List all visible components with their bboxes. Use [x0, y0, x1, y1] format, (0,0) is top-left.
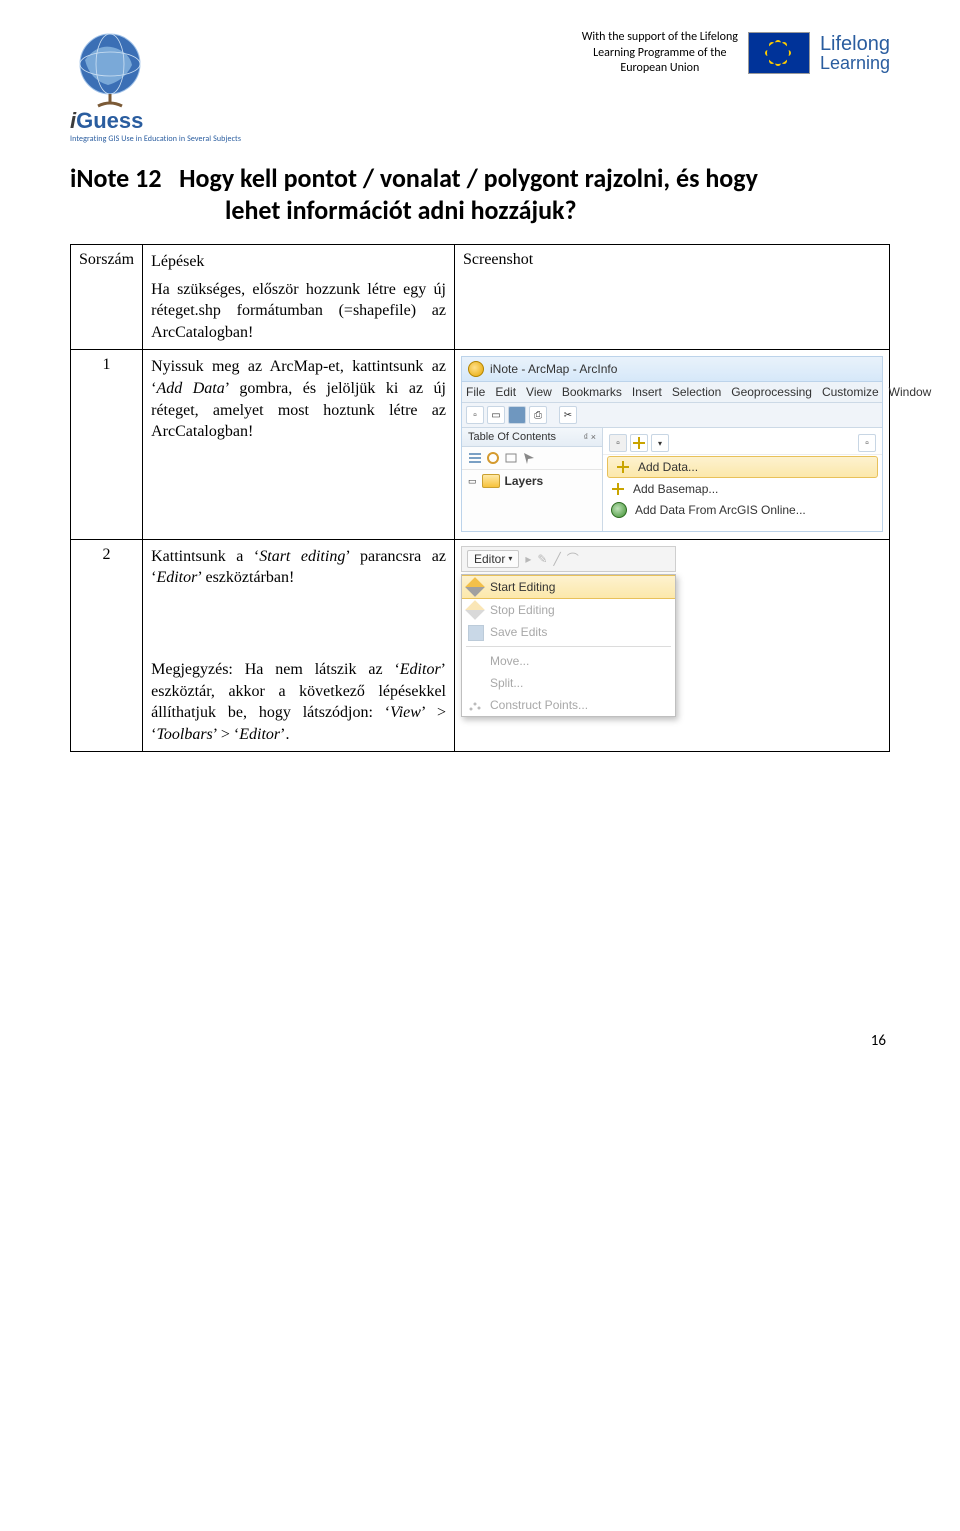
- brand-tagline: Integrating GIS Use in Education in Seve…: [70, 134, 245, 144]
- arcmap-screenshot: iNote - ArcMap - ArcInfo File Edit View …: [461, 356, 883, 532]
- menu-move: Move...: [462, 650, 675, 672]
- menu-add-data[interactable]: Add Data...: [607, 456, 878, 478]
- editor-tool-arc-icon: ⌒: [567, 550, 579, 567]
- menu-stop-editing: Stop Editing: [462, 599, 675, 621]
- add-data-dropdown: ▫ ▾ ▫ Add Data...: [603, 428, 882, 531]
- arcmap-menubar: File Edit View Bookmarks Insert Selectio…: [462, 382, 882, 403]
- layers-label[interactable]: Layers: [505, 474, 544, 488]
- toc-source-icon[interactable]: [486, 451, 500, 465]
- toc-list-icon[interactable]: [468, 451, 482, 465]
- toolbar-save-icon[interactable]: [508, 406, 526, 424]
- points-icon: [468, 698, 482, 712]
- plus-icon: [616, 460, 630, 474]
- editor-tool-edit-icon: ✎: [537, 552, 547, 566]
- menu-start-editing[interactable]: Start Editing: [462, 575, 675, 599]
- arcmap-title: iNote - ArcMap - ArcInfo: [490, 362, 617, 376]
- editor-tool-arrow-icon: ▸: [525, 552, 531, 566]
- menu-save-edits: Save Edits: [462, 621, 675, 643]
- pencil-icon: [465, 600, 485, 620]
- step-number: 2: [71, 539, 143, 752]
- iguess-logo: iGuess Integrating GIS Use in Education …: [70, 30, 245, 144]
- plus-icon: [611, 482, 625, 496]
- menu-edit[interactable]: Edit: [495, 385, 516, 399]
- editor-tool-line-icon: ╱: [553, 552, 560, 566]
- steps-table: Sorszám Lépések Ha szükséges, először ho…: [70, 244, 890, 752]
- brand-name: Guess: [76, 108, 143, 133]
- col-header-screenshot: Screenshot: [455, 245, 890, 350]
- step-1-text: Nyissuk meg az ArcMap-et, kattintsunk az…: [143, 350, 455, 539]
- menu-geoprocessing[interactable]: Geoprocessing: [731, 385, 812, 399]
- step-number: 1: [71, 350, 143, 539]
- toolbar-print-icon[interactable]: ⎙: [529, 406, 547, 424]
- toolbar-new-icon[interactable]: ▫: [466, 406, 484, 424]
- toc-pin-close[interactable]: ₫ ×: [584, 432, 596, 442]
- dd-dropdown-arrow-icon[interactable]: ▾: [651, 434, 669, 452]
- toolbar-cut-icon[interactable]: ✂: [559, 406, 577, 424]
- globe-icon: [70, 30, 160, 108]
- save-icon: [468, 625, 484, 641]
- menu-split: Split...: [462, 672, 675, 694]
- support-text: With the support of the Lifelong Learnin…: [582, 30, 738, 77]
- toc-selection-icon[interactable]: [522, 451, 536, 465]
- menu-construct-points: Construct Points...: [462, 694, 675, 716]
- col-header-number: Sorszám: [71, 245, 143, 350]
- arcmap-app-icon: [468, 361, 484, 377]
- col-header-steps: Lépések Ha szükséges, először hozzunk lé…: [143, 245, 455, 350]
- step-2-text: Kattintsunk a ‘Start editing’ parancsra …: [143, 539, 455, 752]
- page-title: iNote 12 Hogy kell pontot / vonalat / po…: [70, 162, 890, 226]
- page-number: 16: [70, 1032, 890, 1050]
- toc-title: Table Of Contents: [468, 431, 556, 443]
- toc-visibility-icon[interactable]: [504, 451, 518, 465]
- dd-add-data-button[interactable]: [630, 434, 648, 452]
- menu-view[interactable]: View: [526, 385, 552, 399]
- menu-add-basemap[interactable]: Add Basemap...: [603, 479, 882, 499]
- dd-tool-icon[interactable]: ▫: [609, 434, 627, 452]
- editor-screenshot: Editor▾ ▸ ✎ ╱ ⌒ Start Editing: [461, 546, 676, 717]
- eu-flag-icon: [748, 32, 810, 74]
- menu-file[interactable]: File: [466, 385, 485, 399]
- lifelong-learning-logo: Lifelong Learning: [820, 34, 890, 72]
- menu-selection[interactable]: Selection: [672, 385, 721, 399]
- menu-insert[interactable]: Insert: [632, 385, 662, 399]
- editor-dropdown-button[interactable]: Editor▾: [467, 550, 519, 568]
- dd-tool2-icon[interactable]: ▫: [858, 434, 876, 452]
- menu-window[interactable]: Window: [889, 385, 932, 399]
- toolbar-open-icon[interactable]: ▭: [487, 406, 505, 424]
- intro-text: Ha szükséges, először hozzunk létre egy …: [151, 279, 446, 344]
- globe-icon: [611, 502, 627, 518]
- menu-add-online[interactable]: Add Data From ArcGIS Online...: [603, 499, 882, 521]
- pencil-icon: [465, 577, 485, 597]
- menu-bookmarks[interactable]: Bookmarks: [562, 385, 622, 399]
- menu-customize[interactable]: Customize: [822, 385, 879, 399]
- layers-folder-icon: [482, 474, 500, 488]
